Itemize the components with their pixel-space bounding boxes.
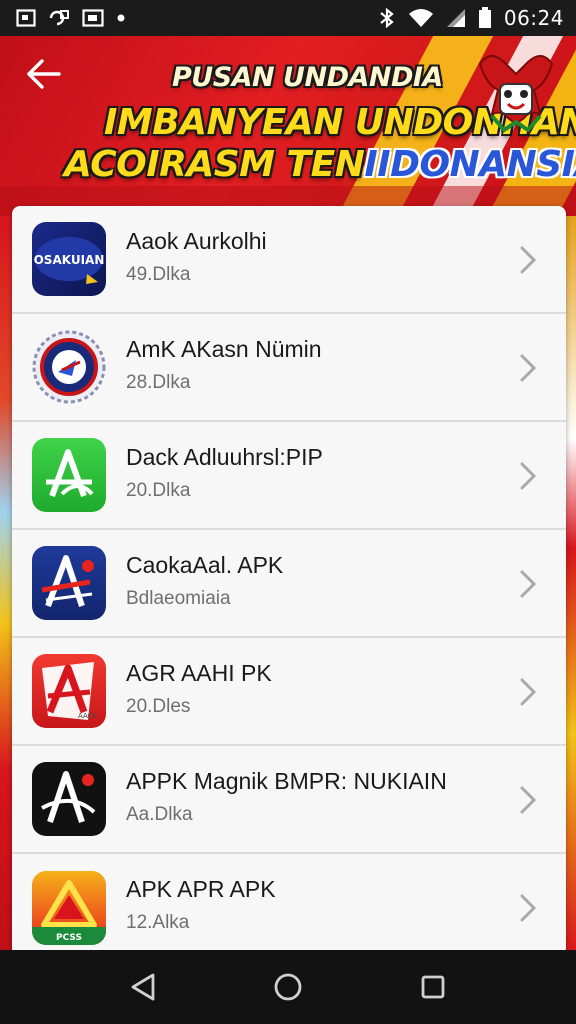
status-time: 06:24 xyxy=(503,6,564,30)
app-icon-red-a: AACK xyxy=(32,654,106,728)
battery-icon xyxy=(478,7,492,29)
signal-icon xyxy=(446,8,466,28)
banner-title-line1: PUSAN UNDANDIA xyxy=(172,62,443,93)
photo-icon xyxy=(82,9,104,27)
app-icon-triangle: PCSS xyxy=(32,871,106,945)
back-nav-icon xyxy=(131,973,155,1001)
app-subtitle: 49.Dlka xyxy=(126,264,191,285)
app-name: Dack Adluuhrsl:PIP xyxy=(126,444,323,470)
chevron-right-icon xyxy=(520,462,537,490)
banner-title-line3: ACOIRASM TENIIDONANSIA xyxy=(64,144,576,185)
screenshot-icon xyxy=(16,9,36,27)
app-icon-label: OSAKUIAN xyxy=(34,253,105,267)
nav-home-button[interactable] xyxy=(264,963,312,1011)
chevron-right-icon xyxy=(520,894,537,922)
chevron-right-icon xyxy=(520,246,537,274)
bluetooth-icon xyxy=(378,8,396,28)
gallery-icon xyxy=(48,9,70,27)
app-name: CaokaAal. APK xyxy=(126,552,284,578)
app-subtitle: 20.Dlka xyxy=(126,480,191,501)
list-item[interactable]: OSAKUIAN Aaok Aurkolhi 49.Dlka xyxy=(12,206,566,314)
nav-back-button[interactable] xyxy=(119,963,167,1011)
chevron-right-icon xyxy=(520,354,537,382)
nav-recents-button[interactable] xyxy=(409,963,457,1011)
app-subtitle: 12.Alka xyxy=(126,912,190,933)
recents-nav-icon xyxy=(421,975,445,999)
status-bar: 06:24 xyxy=(0,0,576,36)
list-item[interactable]: PCSS APK APR APK 12.Alka xyxy=(12,854,566,956)
app-subtitle: Bdlaeomiaia xyxy=(126,588,231,609)
list-item[interactable]: APPK Magnik BMPR: NUKIAIN Aa.Dlka xyxy=(12,746,566,854)
app-icon-label: PCSS xyxy=(56,933,82,943)
chevron-right-icon xyxy=(520,786,537,814)
navigation-bar xyxy=(0,950,576,1024)
app-icon-blue-logo: OSAKUIAN xyxy=(32,222,106,296)
app-name: AGR AAHI PK xyxy=(126,660,272,686)
app-icon-green-a xyxy=(32,438,106,512)
dot-icon xyxy=(116,13,126,23)
app-icon-black-a xyxy=(32,762,106,836)
app-subtitle: Aa.Dlka xyxy=(126,804,193,825)
app-name: AmK AKasn Nümin xyxy=(126,336,322,362)
app-icon-navy-a xyxy=(32,546,106,620)
app-list: OSAKUIAN Aaok Aurkolhi 49.Dlka AmK AKasn… xyxy=(12,206,566,956)
list-item[interactable]: Dack Adluuhrsl:PIP 20.Dlka xyxy=(12,422,566,530)
app-name: Aaok Aurkolhi xyxy=(126,228,267,254)
home-nav-icon xyxy=(274,973,302,1001)
wifi-icon xyxy=(408,8,434,28)
app-subtitle: 28.Dlka xyxy=(126,372,191,393)
list-item[interactable]: CaokaAal. APK Bdlaeomiaia xyxy=(12,530,566,638)
app-subtitle: 20.Dles xyxy=(126,696,191,717)
banner-title-line3-a: ACOIRASM TEN xyxy=(64,144,365,185)
back-button[interactable] xyxy=(22,52,66,96)
app-icon-round-seal xyxy=(32,330,106,404)
app-name: APPK Magnik BMPR: NUKIAIN xyxy=(126,768,447,794)
banner-title-line3-b: IIDONANSIA xyxy=(364,144,576,185)
status-right-icons: 06:24 xyxy=(378,6,564,30)
back-arrow-icon xyxy=(27,59,61,89)
promo-banner: PUSAN UNDANDIA IMBANYEAN UNDONHAN ACOIRA… xyxy=(0,36,576,216)
list-item[interactable]: AmK AKasn Nümin 28.Dlka xyxy=(12,314,566,422)
chevron-right-icon xyxy=(520,678,537,706)
status-left-icons xyxy=(16,9,126,27)
chevron-right-icon xyxy=(520,570,537,598)
app-icon-label: AACK xyxy=(78,712,98,720)
garuda-emblem-icon xyxy=(478,55,554,133)
list-item[interactable]: AACK AGR AAHI PK 20.Dles xyxy=(12,638,566,746)
app-name: APK APR APK xyxy=(126,876,276,902)
